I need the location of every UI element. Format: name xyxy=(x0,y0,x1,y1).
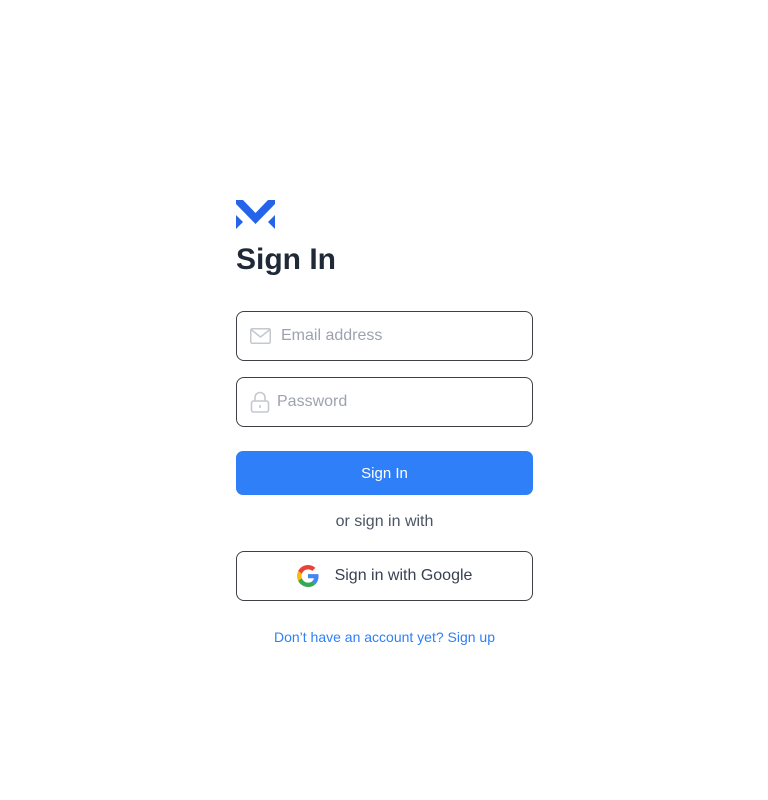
google-icon xyxy=(296,565,319,587)
brand-logo-icon xyxy=(236,200,275,229)
sign-in-card: Sign In Sign In or sign in with xyxy=(236,200,533,645)
lock-icon xyxy=(250,391,270,413)
password-field[interactable] xyxy=(236,377,533,427)
email-input[interactable] xyxy=(281,312,520,360)
page-title: Sign In xyxy=(236,243,336,276)
password-input[interactable] xyxy=(277,378,520,426)
alternative-sign-in-label: or sign in with xyxy=(335,513,434,530)
sign-in-button[interactable]: Sign In xyxy=(236,451,533,495)
sign-up-link[interactable]: Don’t have an account yet? Sign up xyxy=(236,629,533,645)
envelope-icon xyxy=(250,328,271,344)
sign-in-page: Sign In Sign In or sign in with xyxy=(0,0,768,800)
email-field[interactable] xyxy=(236,311,533,361)
google-sign-in-label: Sign in with Google xyxy=(334,567,473,584)
google-sign-in-button[interactable]: Sign in with Google xyxy=(236,551,533,601)
